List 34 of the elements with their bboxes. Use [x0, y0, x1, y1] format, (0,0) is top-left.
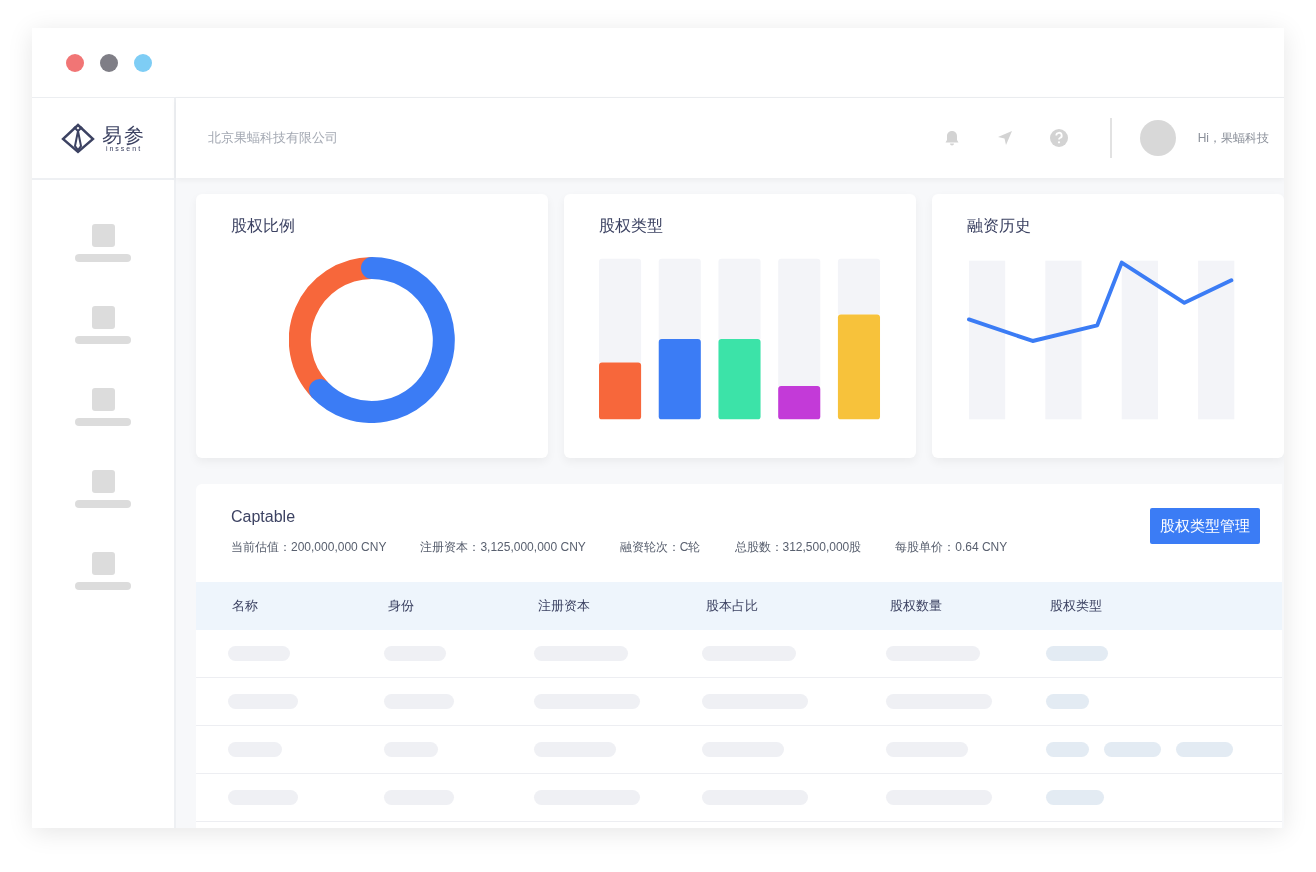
skeleton-bar — [1046, 742, 1089, 757]
summary-stat: 融资轮次：C轮 — [619, 539, 701, 556]
skeleton-bar — [1046, 790, 1104, 805]
user-greeting: Hi，果蝠科技 — [1197, 129, 1269, 147]
column-header: 股权数量 — [890, 597, 943, 615]
logo-name: 易参 — [102, 124, 146, 145]
summary-stat: 每股单价：0.64 CNY — [895, 539, 1008, 556]
summary-stat: 总股数：312,500,000股 — [734, 539, 862, 556]
section-title: Captable — [231, 508, 297, 526]
close-dot[interactable] — [66, 53, 84, 72]
card-title: 融资历史 — [967, 216, 1032, 236]
bell-icon[interactable] — [942, 129, 961, 147]
summary-stat: 当前估值：200,000,000 CNY — [231, 539, 387, 556]
column-header: 名称 — [232, 597, 259, 615]
avatar[interactable] — [1139, 120, 1176, 156]
card-title: 股权比例 — [231, 216, 296, 236]
column-header: 股权类型 — [1050, 597, 1103, 615]
summary-stat: 注册资本：3,125,000,000 CNY — [420, 539, 586, 556]
diamond-logo-icon — [60, 122, 96, 154]
skeleton-bar — [1104, 742, 1161, 757]
skeleton-bar — [1046, 694, 1089, 709]
company-name: 北京果蝠科技有限公司 — [208, 129, 338, 147]
card-title: 股权类型 — [599, 216, 664, 236]
maximize-dot[interactable] — [134, 53, 152, 72]
column-header: 注册资本 — [538, 597, 591, 615]
manage-equity-types-button[interactable]: 股权类型管理 — [1150, 508, 1260, 544]
column-header: 身份 — [388, 597, 415, 615]
skeleton-bar — [1176, 742, 1233, 757]
skeleton-bar — [1046, 646, 1108, 661]
help-icon[interactable] — [1048, 128, 1069, 148]
column-header: 股本占比 — [706, 597, 759, 615]
chart-bar — [599, 362, 642, 420]
minimize-dot[interactable] — [100, 53, 118, 72]
chart-bar — [778, 386, 821, 420]
